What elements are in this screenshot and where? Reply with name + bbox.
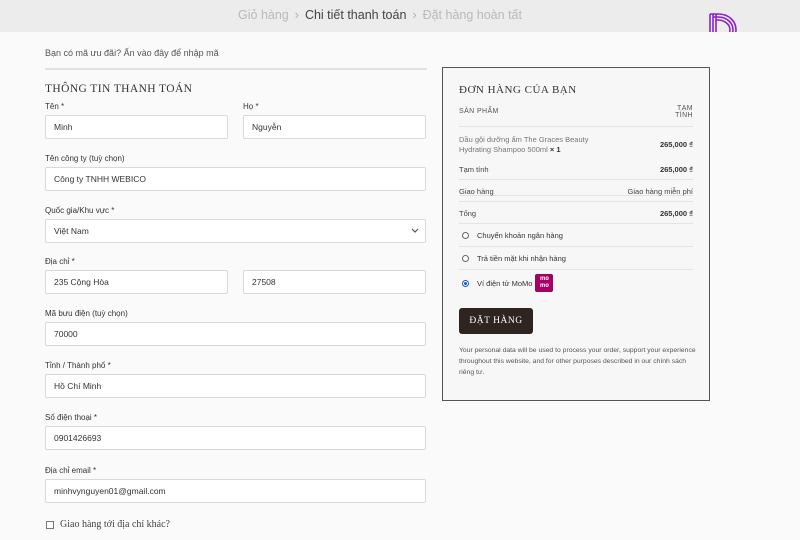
city-label: Tỉnh / Thành phố * — [45, 361, 111, 370]
city-field[interactable]: Hồ Chí Minh — [45, 374, 426, 398]
ship-to-different-address[interactable]: Giao hàng tới địa chỉ khác? — [46, 519, 170, 530]
last-name-field[interactable]: Nguyễn — [243, 115, 426, 139]
payment-cod-label: Trả tiền mặt khi nhận hàng — [477, 254, 566, 263]
first-name-field[interactable]: Minh — [45, 115, 228, 139]
payment-radio-cod[interactable] — [462, 255, 469, 262]
shipping-label: Giao hàng — [459, 187, 494, 196]
order-header-row: SẢN PHẨM TẠM TÍNH — [459, 105, 693, 127]
breadcrumb-separator-icon: › — [294, 8, 299, 22]
item-name: Dầu gội dưỡng ẩm The Graces Beauty Hydra… — [459, 135, 589, 154]
address-label: Địa chỉ * — [45, 257, 75, 266]
breadcrumb-checkout: Chi tiết thanh toán — [304, 8, 407, 22]
shipping-row: Giao hàng Giao hàng miễn phí — [459, 181, 693, 202]
payment-radio-bank[interactable] — [462, 232, 469, 239]
col-subtotal: TẠM TÍNH — [675, 105, 693, 119]
country-select[interactable]: Việt Nam — [45, 219, 426, 243]
first-name-label: Tên * — [45, 102, 65, 111]
chevron-down-icon — [411, 228, 419, 233]
last-name-label: Họ * — [243, 102, 259, 111]
breadcrumb-cart[interactable]: Giỏ hàng — [238, 8, 289, 22]
top-bar: Giỏ hàng › Chi tiết thanh toán › Đặt hàng ho… — [0, 0, 800, 32]
country-value: Việt Nam — [54, 226, 89, 236]
total-label: Tổng — [459, 209, 477, 218]
subtotal-row: Tạm tính 265,000 ₫ — [459, 160, 693, 180]
ship-different-label: Giao hàng tới địa chỉ khác? — [60, 519, 170, 530]
breadcrumb-separator-icon: › — [412, 8, 417, 22]
email-label: Địa chỉ email * — [45, 466, 97, 475]
item-qty: × 1 — [549, 145, 561, 154]
payment-bank-label: Chuyển khoản ngân hàng — [477, 231, 563, 240]
payment-option-bank[interactable]: Chuyển khoản ngân hàng — [459, 225, 693, 247]
total-value: 265,000 ₫ — [659, 209, 693, 218]
postcode-label: Mã bưu điện (tuỳ chọn) — [45, 309, 128, 318]
privacy-notice: Your personal data will be used to proce… — [459, 347, 696, 376]
coupon-link[interactable]: Bạn có mã ưu đãi? Ấn vào đây để nhập mã — [45, 48, 427, 70]
shipping-value: Giao hàng miễn phí — [627, 187, 693, 196]
address2-field[interactable]: 27508 — [243, 270, 426, 294]
total-row: Tổng 265,000 ₫ — [459, 203, 693, 224]
order-title: ĐƠN HÀNG CỦA BẠN — [459, 84, 577, 96]
col-product: SẢN PHẨM — [459, 108, 499, 115]
email-field[interactable]: minhvynguyen01@gmail.com — [45, 479, 426, 503]
phone-label: Số điện thoại * — [45, 413, 98, 422]
payment-radio-momo[interactable] — [462, 279, 469, 287]
payment-option-cod[interactable]: Trả tiền mặt khi nhận hàng — [459, 248, 693, 270]
payment-option-momo[interactable]: Ví điện tử MoMo mo mo — [459, 271, 693, 295]
subtotal-value: 265,000 ₫ — [659, 165, 693, 174]
billing-title: THÔNG TIN THANH TOÁN — [45, 83, 193, 95]
checkout-main: Bạn có mã ưu đãi? Ấn vào đây để nhập mã … — [0, 32, 800, 540]
company-field[interactable]: Công ty TNHH WEBICO — [45, 167, 426, 191]
payment-momo-label: Ví điện tử MoMo — [477, 278, 533, 288]
item-price: 265,000 ₫ — [659, 140, 693, 149]
breadcrumb-order-complete: Đặt hàng hoàn tất — [422, 8, 522, 22]
company-label: Tên công ty (tuỳ chọn) — [45, 154, 125, 163]
order-summary: ĐƠN HÀNG CỦA BẠN SẢN PHẨM TẠM TÍNH Dầu g… — [442, 67, 710, 401]
country-label: Quốc gia/Khu vực * — [45, 206, 115, 215]
postcode-field[interactable]: 70000 — [45, 322, 426, 346]
ship-different-checkbox[interactable] — [46, 520, 54, 529]
place-order-button[interactable]: ĐẶT HÀNG — [459, 308, 533, 334]
phone-field[interactable]: 0901426693 — [45, 426, 426, 450]
breadcrumb: Giỏ hàng › Chi tiết thanh toán › Đặt hàng ho… — [0, 8, 760, 22]
subtotal-label: Tạm tính — [459, 165, 489, 174]
momo-logo-icon: mo mo — [535, 274, 554, 292]
address-field[interactable]: 235 Cộng Hòa — [45, 270, 228, 294]
